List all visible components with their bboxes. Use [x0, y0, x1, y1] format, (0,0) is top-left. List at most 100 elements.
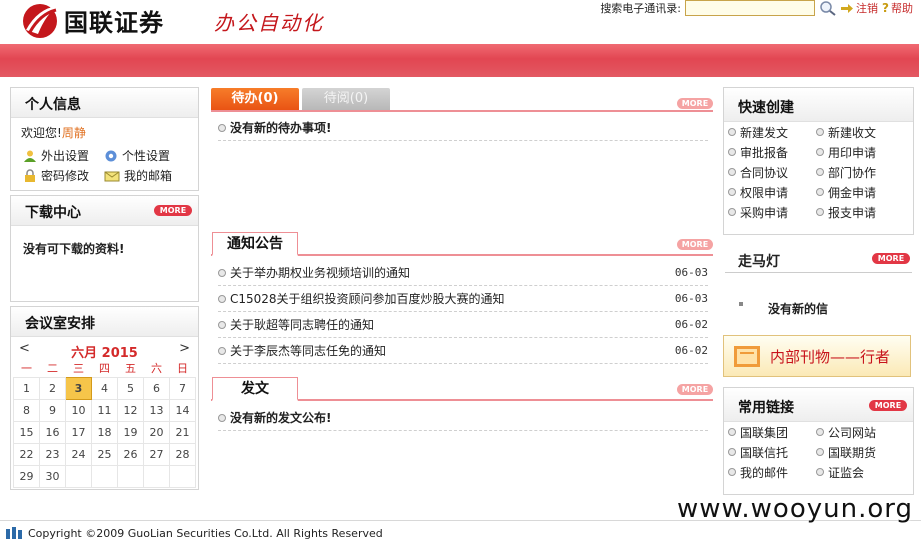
help-link[interactable]: ? 帮助: [882, 0, 913, 16]
notice-link[interactable]: 关于耿超等同志聘任的通知: [230, 316, 374, 333]
calendar-day[interactable]: 11: [91, 398, 118, 422]
calendar-day[interactable]: 18: [91, 420, 118, 444]
calendar-day[interactable]: 13: [143, 398, 170, 422]
notice-item: 关于举办期权业务视频培训的通知: [218, 264, 410, 281]
calendar-day[interactable]: 15: [13, 420, 40, 444]
calendar-day[interactable]: 19: [117, 420, 144, 444]
quick-create-link[interactable]: 审批报备: [728, 144, 816, 160]
notice-row[interactable]: C15028关于组织投资顾问参加百度炒股大赛的通知 06-03: [218, 286, 708, 312]
calendar-day[interactable]: 27: [143, 442, 170, 466]
calendar-day[interactable]: 26: [117, 442, 144, 466]
weekday-label: 三: [73, 361, 84, 375]
calendar-day[interactable]: 1: [13, 376, 40, 400]
personal-settings-link[interactable]: 个性设置: [104, 147, 170, 164]
user-icon: [24, 150, 36, 162]
quick-create-link-label: 采购申请: [740, 205, 789, 220]
calendar-day[interactable]: 28: [169, 442, 196, 466]
search-input[interactable]: [685, 0, 816, 16]
search-icon[interactable]: [819, 0, 837, 16]
calendar-day[interactable]: 12: [117, 398, 144, 422]
calendar-day[interactable]: 8: [13, 398, 40, 422]
notice-row[interactable]: 关于李辰杰等同志任免的通知 06-02: [218, 338, 708, 364]
more-button[interactable]: MORE: [677, 384, 713, 395]
away-settings-link[interactable]: 外出设置: [23, 147, 89, 164]
panel-header: 会议室安排: [11, 307, 198, 337]
calendar-day[interactable]: 3: [65, 376, 92, 400]
notice-title: 通知公告: [212, 232, 298, 256]
bullet-icon: [728, 428, 736, 436]
calendar-day[interactable]: 21: [169, 420, 196, 444]
more-button[interactable]: MORE: [869, 400, 907, 411]
calendar-day[interactable]: 9: [39, 398, 66, 422]
weekday-label: 六: [151, 361, 162, 375]
notice-link[interactable]: 关于李辰杰等同志任免的通知: [230, 342, 386, 359]
dispatch-empty-text: 没有新的发文公布!: [230, 411, 332, 425]
journal-banner[interactable]: 内部刊物——行者: [723, 335, 911, 377]
tab-to-read[interactable]: 待阅(0): [302, 88, 390, 110]
logout-link[interactable]: 注销: [841, 0, 878, 16]
bullet-icon: [816, 188, 824, 196]
quick-create-link[interactable]: 佣金申请: [816, 184, 904, 200]
weekday-label: 一: [21, 361, 32, 375]
change-password-link[interactable]: 密码修改: [23, 167, 89, 184]
personal-settings-label: 个性设置: [122, 149, 171, 163]
notice-link[interactable]: 关于举办期权业务视频培训的通知: [230, 264, 410, 281]
bullet-icon: [816, 428, 824, 436]
calendar-day[interactable]: 4: [91, 376, 118, 400]
notice-row[interactable]: 关于举办期权业务视频培训的通知 06-03: [218, 260, 708, 286]
calendar-day[interactable]: 16: [39, 420, 66, 444]
guolian-logo-icon: [23, 4, 58, 38]
calendar-day[interactable]: 30: [39, 464, 66, 488]
calendar-day[interactable]: 6: [143, 376, 170, 400]
calendar-day[interactable]: 7: [169, 376, 196, 400]
common-links-grid: 国联集团 公司网站 国联信托 国联期货 我的邮件 证监会: [728, 424, 908, 480]
calendar-day[interactable]: 14: [169, 398, 196, 422]
bullet-icon: [728, 128, 736, 136]
quick-create-link[interactable]: 新建收文: [816, 124, 904, 140]
calendar-empty-cell: [91, 464, 118, 488]
calendar-day[interactable]: 5: [117, 376, 144, 400]
tab-todo[interactable]: 待办(0): [211, 88, 299, 110]
calendar-day[interactable]: 20: [143, 420, 170, 444]
quick-create-link[interactable]: 部门协作: [816, 164, 904, 180]
my-mailbox-link[interactable]: 我的邮箱: [104, 167, 172, 184]
dispatch-empty-row: 没有新的发文公布!: [218, 405, 708, 431]
common-link[interactable]: 证监会: [816, 464, 904, 480]
username[interactable]: 周静: [62, 126, 86, 140]
calendar-day[interactable]: 17: [65, 420, 92, 444]
calendar-day[interactable]: 24: [65, 442, 92, 466]
common-link[interactable]: 我的邮件: [728, 464, 816, 480]
calendar-day[interactable]: 10: [65, 398, 92, 422]
common-link[interactable]: 国联集团: [728, 424, 816, 440]
bullet-icon: [218, 123, 226, 132]
notice-date: 06-03: [674, 266, 708, 279]
calendar-day[interactable]: 23: [39, 442, 66, 466]
journal-label: 内部刊物——行者: [770, 347, 891, 366]
common-link[interactable]: 国联信托: [728, 444, 816, 460]
calendar-day[interactable]: 29: [13, 464, 40, 488]
more-button[interactable]: MORE: [154, 205, 192, 216]
change-password-label: 密码修改: [41, 169, 90, 183]
more-button[interactable]: MORE: [677, 98, 713, 109]
calendar-day[interactable]: 22: [13, 442, 40, 466]
quick-create-link[interactable]: 新建发文: [728, 124, 816, 140]
quick-create-link[interactable]: 报支申请: [816, 204, 904, 220]
quick-create-link[interactable]: 用印申请: [816, 144, 904, 160]
notice-row[interactable]: 关于耿超等同志聘任的通知 06-02: [218, 312, 708, 338]
bullet-icon: [728, 168, 736, 176]
calendar-day[interactable]: 25: [91, 442, 118, 466]
calendar-day[interactable]: 2: [39, 376, 66, 400]
more-button[interactable]: MORE: [872, 253, 910, 264]
more-button[interactable]: MORE: [677, 239, 713, 250]
common-link-label: 国联集团: [740, 425, 789, 440]
quick-create-link[interactable]: 采购申请: [728, 204, 816, 220]
common-link[interactable]: 国联期货: [816, 444, 904, 460]
logo[interactable]: 国联证券: [16, 0, 164, 40]
common-link[interactable]: 公司网站: [816, 424, 904, 440]
notice-link[interactable]: C15028关于组织投资顾问参加百度炒股大赛的通知: [230, 290, 505, 307]
quick-create-link[interactable]: 合同协议: [728, 164, 816, 180]
quick-create-link[interactable]: 权限申请: [728, 184, 816, 200]
quick-create-link-label: 佣金申请: [828, 185, 877, 200]
common-links-panel: 常用链接 MORE 国联集团 公司网站 国联信托 国联期货 我的邮件 证监会: [723, 387, 914, 495]
next-month-button[interactable]: >: [179, 341, 190, 356]
